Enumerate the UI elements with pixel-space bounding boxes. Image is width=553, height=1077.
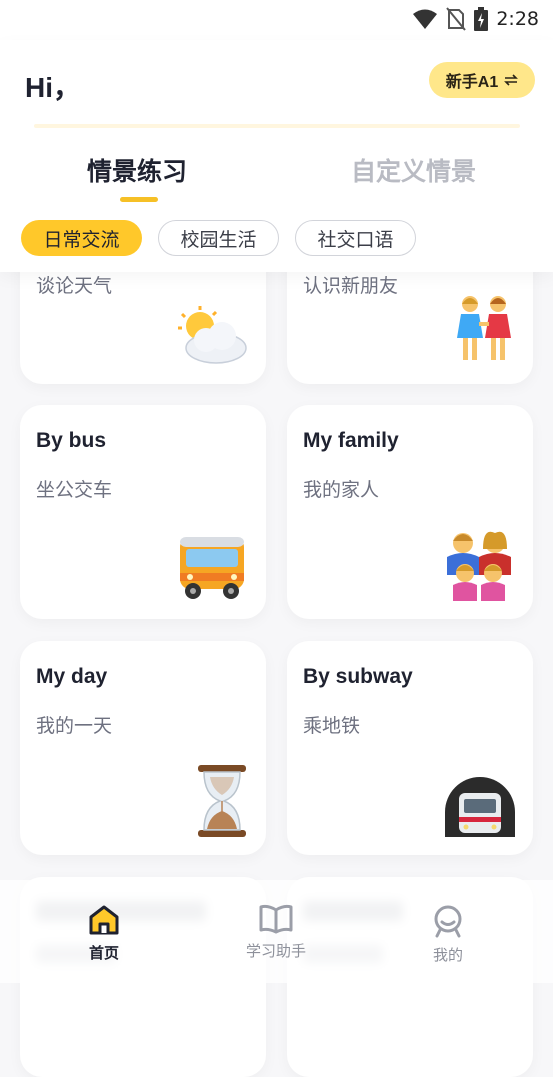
card-title: My family — [303, 429, 399, 452]
status-icons: 2:28 — [412, 7, 539, 31]
header: Hi， 新手A1 情景练习 自定义情景 日常交流 校园生活 社交口语 — [0, 40, 553, 272]
profile-icon — [434, 905, 462, 938]
card-title: By subway — [303, 665, 413, 688]
battery-charging-icon — [474, 7, 489, 31]
card-subtitle: 我的家人 — [303, 480, 380, 501]
category-chip-daily[interactable]: 日常交流 — [21, 220, 142, 256]
header-divider — [34, 124, 520, 128]
card-title: My day — [36, 665, 108, 688]
wifi-icon — [413, 9, 438, 29]
tab-scene-practice[interactable]: 情景练习 — [87, 152, 187, 188]
home-icon — [89, 905, 119, 935]
scene-card-my-day[interactable]: My day 我的一天 — [20, 641, 266, 855]
scene-card-by-bus[interactable]: By bus 坐公交车 — [20, 405, 266, 619]
nav-me[interactable]: 我的 — [393, 904, 503, 965]
nav-home[interactable]: 首页 — [49, 904, 159, 963]
sun-behind-cloud-icon — [178, 306, 247, 364]
card-subtitle: 我的一天 — [36, 716, 113, 737]
card-subtitle: 乘地铁 — [303, 716, 361, 737]
status-time: 2:28 — [496, 8, 539, 30]
card-title: By bus — [36, 429, 107, 452]
level-badge[interactable]: 新手A1 — [429, 62, 535, 98]
bottom-nav: 首页 学习助手 我的 — [0, 880, 553, 983]
scene-card-by-subway[interactable]: By subway 乘地铁 — [287, 641, 533, 855]
scene-card-my-family[interactable]: My family 我的家人 — [287, 405, 533, 619]
bus-icon — [180, 537, 244, 599]
metro-icon — [445, 777, 515, 837]
card-subtitle: 谈论天气 — [36, 276, 113, 297]
book-icon — [259, 904, 293, 934]
nav-label-home: 首页 — [88, 945, 119, 962]
status-bar: 2:28 — [0, 0, 553, 40]
no-sim-icon — [446, 7, 467, 31]
swap-arrows-icon — [504, 74, 519, 86]
category-chip-social[interactable]: 社交口语 — [295, 220, 416, 256]
tab-indicator — [120, 197, 158, 202]
category-chip-campus[interactable]: 校园生活 — [158, 220, 279, 256]
tab-custom-scene[interactable]: 自定义情景 — [351, 152, 476, 188]
hourglass-icon — [198, 765, 246, 837]
card-subtitle: 认识新朋友 — [303, 276, 399, 297]
two-women-holding-hands-icon — [457, 296, 511, 360]
nav-study-assistant[interactable]: 学习助手 — [221, 904, 331, 961]
nav-label-me: 我的 — [432, 947, 463, 964]
level-badge-label: 新手A1 — [445, 74, 499, 91]
card-subtitle: 坐公交车 — [36, 480, 113, 501]
nav-label-study-assistant: 学习助手 — [245, 943, 306, 960]
greeting: Hi， — [25, 72, 82, 103]
family-icon — [447, 531, 511, 601]
